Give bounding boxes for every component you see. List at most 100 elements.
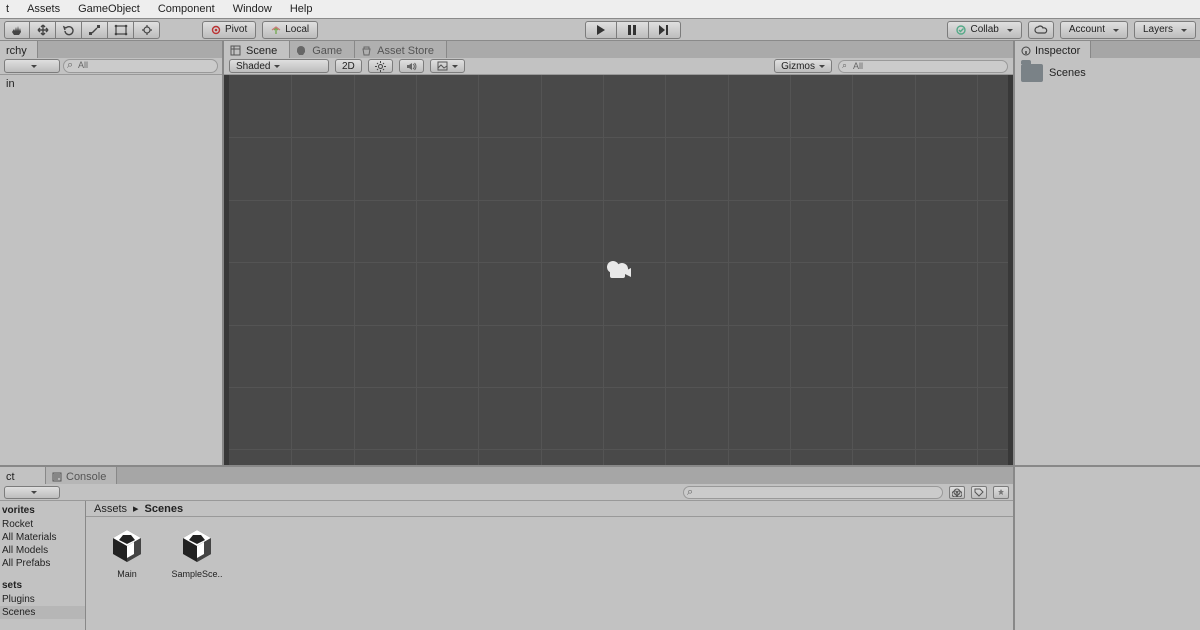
- step-button[interactable]: [649, 21, 681, 39]
- scale-tool[interactable]: [82, 21, 108, 39]
- tree-item-plugins[interactable]: Plugins: [0, 593, 85, 606]
- scene-toolbar: Shaded 2D Gizmos ⌕All: [224, 58, 1013, 75]
- hierarchy-tab[interactable]: rchy: [0, 41, 38, 58]
- play-button[interactable]: [585, 21, 617, 39]
- top-toolbar: Pivot Local Collab Account Layers: [0, 19, 1200, 41]
- store-icon: [361, 45, 372, 56]
- audio-icon: [406, 61, 417, 72]
- asset-store-tab-label: Asset Store: [377, 45, 434, 57]
- gizmos-dropdown[interactable]: Gizmos: [774, 59, 832, 73]
- hierarchy-tabbar: rchy: [0, 41, 222, 58]
- menu-help[interactable]: Help: [286, 1, 317, 17]
- play-controls: [585, 21, 681, 39]
- scene-tab[interactable]: Scene: [224, 41, 290, 58]
- scene-lighting-toggle[interactable]: [368, 59, 393, 73]
- asset-label: SampleSce..: [171, 569, 222, 579]
- pivot-toggle[interactable]: Pivot: [202, 21, 256, 39]
- project-panel: ct Console vorites Rocket All Materials …: [0, 467, 1015, 630]
- scene-icon: [230, 45, 241, 56]
- cloud-button[interactable]: [1028, 21, 1054, 39]
- inspector-folder-label: Scenes: [1049, 67, 1086, 79]
- favorite-button[interactable]: [993, 486, 1009, 499]
- filter-label-button[interactable]: [971, 486, 987, 499]
- collab-label: Collab: [970, 24, 998, 35]
- layers-dropdown[interactable]: Layers: [1134, 21, 1196, 39]
- inspector-folder-row[interactable]: Scenes: [1021, 64, 1194, 82]
- asset-grid[interactable]: Main SampleSce..: [86, 517, 1013, 630]
- scene-search[interactable]: ⌕All: [838, 60, 1008, 73]
- menu-edit[interactable]: t: [2, 1, 13, 17]
- favorite-item[interactable]: All Materials: [0, 531, 85, 544]
- project-search[interactable]: [683, 486, 943, 499]
- menu-window[interactable]: Window: [229, 1, 276, 17]
- hand-tool[interactable]: [4, 21, 30, 39]
- layers-label: Layers: [1143, 24, 1173, 35]
- project-content: Assets ▸ Scenes Main Sa: [86, 501, 1013, 630]
- project-toolbar: [0, 484, 1013, 501]
- game-tab[interactable]: Game: [290, 41, 355, 58]
- game-icon: [296, 45, 307, 56]
- scene-search-placeholder: All: [853, 61, 863, 71]
- scene-panel: Scene Game Asset Store Shaded 2D Gizmos …: [224, 41, 1015, 465]
- scene-tabbar: Scene Game Asset Store: [224, 41, 1013, 58]
- collab-dropdown[interactable]: Collab: [947, 21, 1021, 39]
- scene-2d-toggle[interactable]: 2D: [335, 59, 362, 73]
- shading-dropdown[interactable]: Shaded: [229, 59, 329, 73]
- inspector-tab-label: Inspector: [1035, 45, 1080, 57]
- inspector-lower-panel: [1015, 467, 1200, 630]
- hierarchy-scene-item[interactable]: in: [0, 77, 222, 91]
- hierarchy-tree[interactable]: in: [0, 75, 222, 465]
- breadcrumb-separator-icon: ▸: [133, 502, 139, 515]
- create-dropdown[interactable]: [4, 59, 60, 73]
- pause-button[interactable]: [617, 21, 649, 39]
- picture-icon: [437, 61, 448, 72]
- favorite-item[interactable]: All Models: [0, 544, 85, 557]
- unified-tool[interactable]: [134, 21, 160, 39]
- local-label: Local: [285, 24, 309, 35]
- move-tool[interactable]: [30, 21, 56, 39]
- transform-tools: [4, 21, 160, 39]
- project-tab[interactable]: ct: [0, 467, 46, 484]
- console-tab-label: Console: [66, 471, 106, 483]
- camera-gizmo-icon: [604, 259, 634, 281]
- scene-fx-toggle[interactable]: [430, 59, 465, 73]
- menu-component[interactable]: Component: [154, 1, 219, 17]
- account-label: Account: [1069, 24, 1105, 35]
- unity-scene-icon: [176, 525, 218, 567]
- menu-assets[interactable]: Assets: [23, 1, 64, 17]
- rect-tool[interactable]: [108, 21, 134, 39]
- inspector-tab[interactable]: Inspector: [1015, 41, 1091, 58]
- favorites-header: vorites: [0, 503, 85, 518]
- project-tree[interactable]: vorites Rocket All Materials All Models …: [0, 501, 86, 630]
- project-create-dropdown[interactable]: [4, 486, 60, 499]
- menu-gameobject[interactable]: GameObject: [74, 1, 144, 17]
- filter-type-button[interactable]: [949, 486, 965, 499]
- breadcrumb: Assets ▸ Scenes: [86, 501, 1013, 517]
- local-toggle[interactable]: Local: [262, 21, 318, 39]
- asset-item[interactable]: Main: [102, 525, 152, 622]
- scene-tab-label: Scene: [246, 45, 277, 57]
- rotate-tool[interactable]: [56, 21, 82, 39]
- inspector-tabbar: Inspector: [1015, 41, 1200, 58]
- console-icon: [52, 472, 62, 482]
- pivot-label: Pivot: [225, 24, 247, 35]
- asset-store-tab[interactable]: Asset Store: [355, 41, 447, 58]
- tree-item-scenes[interactable]: Scenes: [0, 606, 85, 619]
- breadcrumb-assets[interactable]: Assets: [94, 503, 127, 515]
- console-tab[interactable]: Console: [46, 467, 117, 484]
- asset-item[interactable]: SampleSce..: [172, 525, 222, 622]
- folder-icon: [1021, 64, 1043, 82]
- scene-audio-toggle[interactable]: [399, 59, 424, 73]
- scene-viewport[interactable]: [224, 75, 1013, 465]
- hierarchy-panel: rchy All in: [0, 41, 224, 465]
- favorite-item[interactable]: Rocket: [0, 518, 85, 531]
- favorite-item[interactable]: All Prefabs: [0, 557, 85, 570]
- hierarchy-search[interactable]: All: [63, 59, 218, 73]
- breadcrumb-scenes[interactable]: Scenes: [145, 503, 184, 515]
- assets-header: sets: [0, 578, 85, 593]
- account-dropdown[interactable]: Account: [1060, 21, 1128, 39]
- project-tabbar: ct Console: [0, 467, 1013, 484]
- menubar: t Assets GameObject Component Window Hel…: [0, 0, 1200, 19]
- local-icon: [271, 25, 281, 35]
- pivot-icon: [211, 25, 221, 35]
